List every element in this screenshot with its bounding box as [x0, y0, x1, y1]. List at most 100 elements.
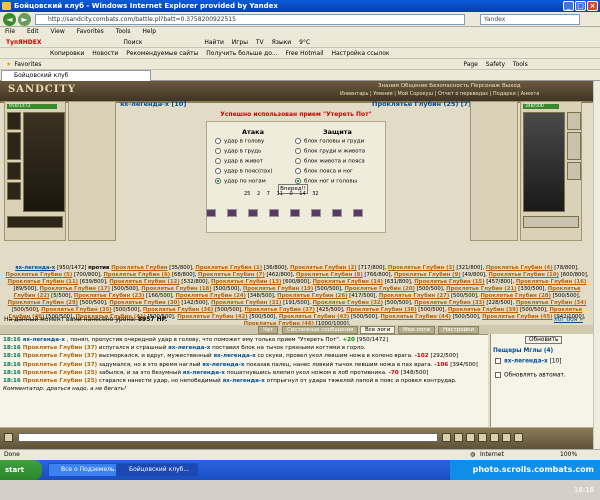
technique-icon[interactable]: [353, 209, 363, 217]
page-menu[interactable]: Page: [463, 59, 478, 69]
tab-settings[interactable]: Настройки: [438, 326, 480, 334]
zoom-level[interactable]: 100%: [560, 450, 577, 460]
enemy-link[interactable]: Проклятье Глубин (18): [141, 286, 211, 292]
enemy-link[interactable]: Проклятье Глубин (3): [388, 265, 455, 271]
attack-belt[interactable]: удар в пояс(пах): [215, 168, 272, 176]
translit-icon[interactable]: [478, 433, 487, 442]
enemy-link[interactable]: Проклятье Глубин (38): [346, 307, 416, 313]
enemy-link[interactable]: Проклятье Глубин (15): [414, 279, 484, 285]
favorites-button[interactable]: Favorites: [14, 59, 41, 69]
minimize-button[interactable]: _: [563, 1, 574, 11]
enemy-link[interactable]: Проклятье Глубин (37): [245, 307, 315, 313]
search-input[interactable]: Yandex: [480, 14, 580, 25]
yandex-tv[interactable]: TV: [256, 37, 264, 47]
tab-chat[interactable]: Чат: [258, 326, 279, 334]
enemy-link[interactable]: Проклятье Глубин (10): [489, 272, 559, 278]
enemy-link[interactable]: Проклятье Глубин (34): [516, 300, 586, 306]
enemy-link[interactable]: Проклятье Глубин (19): [243, 286, 313, 292]
safety-menu[interactable]: Safety: [486, 59, 505, 69]
auto-refresh-checkbox[interactable]: Обновлять автомат.: [495, 372, 566, 379]
enemy-link[interactable]: Проклятье Глубин (26): [277, 293, 347, 299]
star-icon[interactable]: ★: [6, 59, 11, 69]
back-button[interactable]: ◄: [3, 13, 16, 26]
enemy-link[interactable]: Проклятье Глубин (6): [103, 272, 170, 278]
left-player-name[interactable]: ях-легенда-х [10]: [120, 100, 186, 108]
refresh-button[interactable]: Обновить: [525, 336, 563, 344]
attack-head[interactable]: удар в голову: [215, 138, 264, 146]
tab-my-logs[interactable]: Мои логи: [398, 326, 435, 334]
log-player[interactable]: ях-легенда-х: [202, 362, 244, 368]
enemy-link[interactable]: Проклятье Глубин (1): [195, 265, 262, 271]
menu-help[interactable]: Help: [142, 28, 156, 35]
enemy-link[interactable]: Проклятье Глубин (24): [176, 293, 246, 299]
enemy-link[interactable]: Проклятье Глубин (7): [198, 272, 265, 278]
enemy-link[interactable]: Проклятье Глубин (13): [211, 279, 281, 285]
technique-icon[interactable]: [227, 209, 237, 217]
right-player-name[interactable]: Проклятье Глубин (25) [7]: [372, 100, 471, 108]
link-item[interactable]: Настройка ссылок: [331, 48, 389, 58]
link-item[interactable]: Рекомендуемые сайты: [126, 48, 198, 58]
enemy-link[interactable]: Проклятье Глубин (21): [446, 286, 516, 292]
room-member[interactable]: ях-легенда-х [10]: [495, 358, 562, 365]
enemy-link[interactable]: Проклятье Глубин (23): [74, 293, 144, 299]
log-player[interactable]: ях-легенда-х: [223, 378, 265, 384]
forward-button[interactable]: ►: [18, 13, 31, 26]
block-head-chest[interactable]: блок головы и груди: [295, 138, 364, 146]
chat-icon[interactable]: [4, 433, 13, 442]
top-menu[interactable]: Знания Общение Безопасность Персонаж Вых…: [378, 83, 521, 89]
enemy-link[interactable]: Проклятье Глубин (8): [296, 272, 363, 278]
menu-tools[interactable]: Tools: [116, 28, 131, 35]
enemy-link[interactable]: Проклятье Глубин (28): [480, 293, 550, 299]
enemy-link[interactable]: Проклятье Глубин (32): [313, 300, 383, 306]
link-item[interactable]: Копировки: [50, 48, 84, 58]
link-item[interactable]: Получить больше до...: [206, 48, 277, 58]
attack-legs[interactable]: удар по ногам: [215, 178, 266, 186]
log-player[interactable]: ях-легенда-х: [168, 345, 210, 351]
log-monster[interactable]: Проклятье Глубин (25): [23, 370, 97, 376]
log-monster[interactable]: Проклятье Глубин (37): [23, 345, 97, 351]
exit-icon[interactable]: [514, 433, 523, 442]
enemy-link[interactable]: Проклятье Глубин (14): [313, 279, 383, 285]
weather-badge[interactable]: 9°C: [299, 37, 310, 47]
log-monster[interactable]: Проклятье Глубин (37): [23, 362, 97, 368]
enemy-link[interactable]: Проклятье Глубин (17): [40, 286, 110, 292]
technique-icon[interactable]: [332, 209, 342, 217]
yandex-logo[interactable]: ТупЯНDEX: [6, 37, 42, 47]
enemy-link[interactable]: Проклятье Глубин (39): [448, 307, 518, 313]
log-player[interactable]: ях-легенда-х: [183, 370, 225, 376]
technique-icon[interactable]: [206, 209, 216, 217]
attack-chest[interactable]: удар в грудь: [215, 148, 261, 156]
enemy-link[interactable]: Проклятье Глубин (33): [414, 300, 484, 306]
technique-icon[interactable]: [290, 209, 300, 217]
smiley-icon[interactable]: [466, 433, 475, 442]
link-item[interactable]: Free Hotmail: [286, 48, 324, 58]
start-button[interactable]: start: [0, 460, 42, 480]
enemy-link[interactable]: Проклятье Глубин: [111, 265, 167, 271]
task-item-active[interactable]: Бойцовский клуб...: [116, 463, 198, 477]
tab-combats[interactable]: Бойцовский клуб: [1, 70, 151, 81]
enemy-link[interactable]: Проклятье Глубин (20): [345, 286, 415, 292]
technique-icon[interactable]: [269, 209, 279, 217]
log-monster[interactable]: Проклятье Глубин (25): [23, 378, 97, 384]
attack-stomach[interactable]: удар в живот: [215, 158, 263, 166]
block-belt-legs[interactable]: блок пояса и ног: [295, 168, 353, 176]
block-chest-stomach[interactable]: блок груди и живота: [295, 148, 365, 156]
sound-icon[interactable]: [502, 433, 511, 442]
enemy-link[interactable]: Проклятье Глубин (12): [109, 279, 179, 285]
maximize-button[interactable]: □: [575, 1, 586, 11]
enemy-link[interactable]: Проклятье Глубин (9): [394, 272, 461, 278]
menu-edit[interactable]: Edit: [27, 28, 39, 35]
tools-menu[interactable]: Tools: [513, 59, 528, 69]
yandex-languages[interactable]: Языки: [272, 37, 292, 47]
enemy-link[interactable]: Проклятье Глубин (4): [486, 265, 553, 271]
menu-favorites[interactable]: Favorites: [77, 28, 104, 35]
filter-icon[interactable]: [490, 433, 499, 442]
log-player[interactable]: ях-легенда-х: [23, 337, 65, 343]
enemy-link[interactable]: Проклятье Глубин (11): [8, 279, 78, 285]
log-player[interactable]: ях-легенда-х: [213, 353, 255, 359]
tab-all-logs[interactable]: Все логи: [360, 326, 396, 334]
menu-view[interactable]: View: [51, 28, 65, 35]
battle-log-link[interactable]: лог боя »: [554, 316, 583, 324]
clock[interactable]: 18:18: [574, 486, 594, 494]
technique-icon[interactable]: [248, 209, 258, 217]
